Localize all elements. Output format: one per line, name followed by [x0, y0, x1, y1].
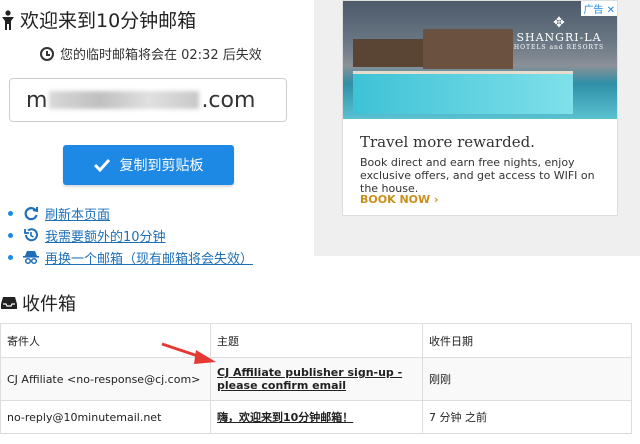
ad-image-villa: [353, 39, 423, 67]
page-title: 欢迎来到10分钟邮箱: [0, 6, 300, 33]
table-header-row: 寄件人 主题 收件日期: [0, 323, 632, 358]
inbox-title-text: 收件箱: [22, 294, 76, 315]
action-links: 刷新本页面 我需要额外的10分钟 再换一个邮箱（现有邮箱将会失效）: [8, 202, 253, 268]
advertisement[interactable]: ✥ SHANGRI-LA HOTELS and RESORTS 广告 ✕ Tra…: [342, 0, 618, 216]
email-date: 7 分钟 之前: [422, 400, 632, 434]
ad-brand-name: SHANGRI-LA: [516, 31, 602, 44]
copy-to-clipboard-button[interactable]: 复制到剪贴板: [63, 145, 234, 185]
incognito-icon: [23, 251, 39, 265]
ad-choices-badge[interactable]: 广告 ✕: [581, 1, 617, 16]
extend-10-minutes-link[interactable]: 我需要额外的10分钟: [8, 224, 253, 246]
shangri-la-logo-icon: ✥: [553, 15, 565, 31]
email-subject-link[interactable]: CJ Affiliate publisher sign-up - please …: [217, 366, 402, 392]
refresh-link-label: 刷新本页面: [45, 207, 111, 223]
inbox-table: 寄件人 主题 收件日期 CJ Affiliate <no-response@cj…: [0, 323, 632, 434]
refresh-page-link[interactable]: 刷新本页面: [8, 202, 253, 224]
refresh-icon: [24, 207, 38, 221]
column-date: 收件日期: [422, 323, 632, 358]
email-sender: no-reply@10minutemail.net: [0, 400, 211, 434]
check-icon: [93, 158, 110, 172]
history-icon: [24, 228, 38, 242]
table-row[interactable]: CJ Affiliate <no-response@cj.com> CJ Aff…: [0, 357, 632, 401]
ad-image-villa: [423, 29, 513, 69]
ad-book-now-link[interactable]: BOOK NOW ›: [360, 193, 439, 206]
ad-image: ✥ SHANGRI-LA HOTELS and RESORTS 广告 ✕: [343, 1, 617, 119]
new-mailbox-link[interactable]: 再换一个邮箱（现有邮箱将会失效）: [8, 246, 253, 268]
column-subject: 主题: [210, 323, 423, 358]
ad-body-text: Book direct and earn free nights, enjoy …: [360, 156, 595, 195]
red-arrow-annotation: [161, 342, 216, 364]
expiry-text: 您的临时邮箱将会在 02:32 后失效: [60, 48, 262, 63]
person-icon: [2, 9, 14, 30]
email-date: 刚刚: [422, 357, 632, 401]
ad-brand-sub: HOTELS and RESORTS: [513, 44, 605, 51]
clock-icon: [40, 46, 54, 61]
email-redacted: [49, 91, 200, 109]
ad-headline: Travel more rewarded.: [360, 133, 535, 151]
extend-link-label: 我需要额外的10分钟: [45, 229, 166, 245]
ad-panel: ✥ SHANGRI-LA HOTELS and RESORTS 广告 ✕ Tra…: [314, 0, 640, 256]
table-row[interactable]: no-reply@10minutemail.net 嗨，欢迎来到10分钟邮箱！ …: [0, 400, 632, 434]
copy-button-label: 复制到剪贴板: [119, 158, 204, 174]
ad-brand-logo: ✥ SHANGRI-LA HOTELS and RESORTS: [511, 15, 607, 51]
bullet: [8, 232, 13, 238]
bullet: [8, 254, 13, 260]
ad-badge-text: 广告: [583, 5, 604, 16]
email-suffix: .com: [201, 87, 256, 113]
inbox-icon: [1, 297, 17, 309]
new-mailbox-link-label: 再换一个邮箱（现有邮箱将会失效）: [45, 251, 254, 267]
email-address-field[interactable]: m .com: [9, 78, 287, 122]
inbox-heading: 收件箱: [0, 290, 76, 316]
bullet: [8, 210, 13, 216]
page-title-text: 欢迎来到10分钟邮箱: [20, 10, 197, 32]
email-prefix: m: [26, 87, 48, 113]
expiry-timer: 您的临时邮箱将会在 02:32 后失效: [40, 44, 262, 63]
ad-image-pool: [353, 71, 573, 114]
email-subject-link[interactable]: 嗨，欢迎来到10分钟邮箱！: [217, 411, 353, 424]
